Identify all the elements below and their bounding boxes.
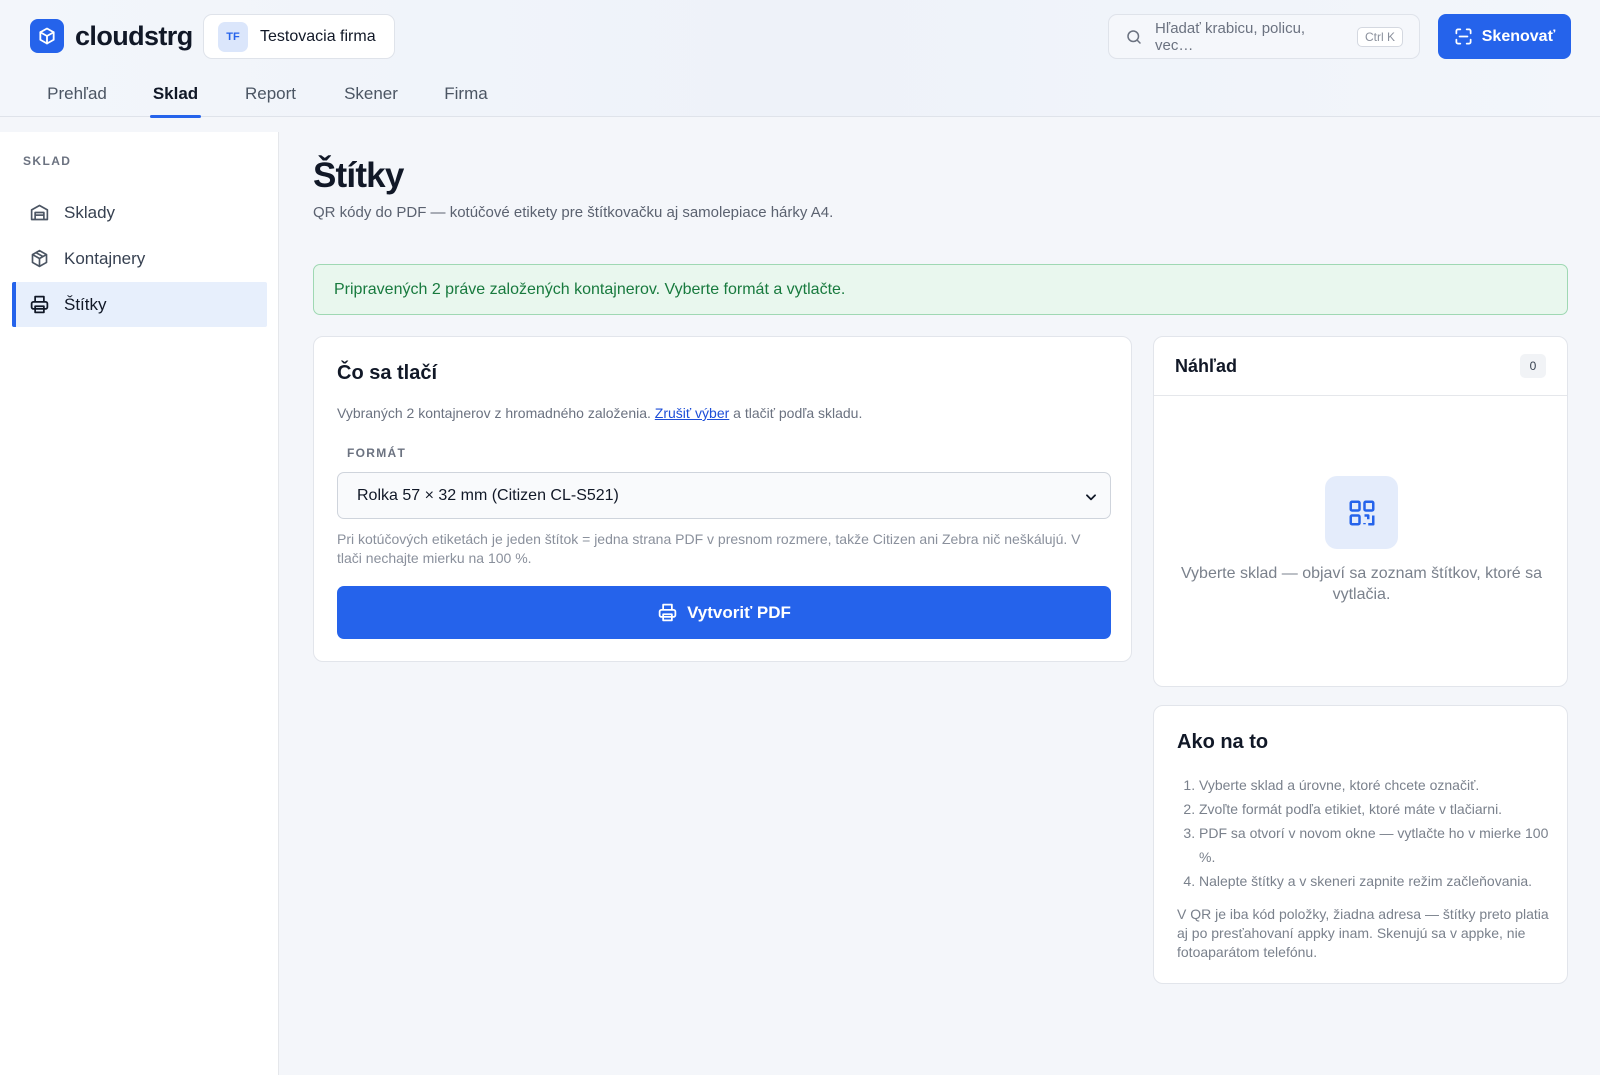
company-avatar: TF bbox=[218, 21, 248, 52]
page-subtitle: QR kódy do PDF — kotúčové etikety pre št… bbox=[313, 204, 834, 221]
howto-title: Ako na to bbox=[1177, 731, 1269, 753]
sidebar: SKLAD Sklady Kontajnery Štítky bbox=[0, 132, 279, 1075]
printer-icon bbox=[658, 603, 677, 622]
tab-report[interactable]: Report bbox=[244, 70, 297, 117]
print-card-title: Čo sa tlačí bbox=[337, 362, 438, 384]
tab-sklad[interactable]: Sklad bbox=[150, 70, 201, 118]
sidebar-item-label: Štítky bbox=[64, 294, 107, 314]
print-card: Čo sa tlačí Vybraných 2 kontajnerov z hr… bbox=[313, 336, 1132, 662]
format-hint: Pri kotúčových etiketách je jeden štítok… bbox=[337, 531, 1081, 566]
box-icon bbox=[31, 249, 48, 268]
scan-icon bbox=[1455, 28, 1472, 45]
chevron-down-icon bbox=[1086, 494, 1096, 501]
tab-skener[interactable]: Skener bbox=[344, 70, 398, 117]
sidebar-item-label: Kontajnery bbox=[64, 248, 146, 268]
howto-note: V QR je iba kód položky, žiadna adresa —… bbox=[1177, 906, 1549, 960]
sidebar-item-label: Sklady bbox=[64, 202, 116, 222]
preview-title: Náhľad bbox=[1175, 356, 1237, 376]
search-placeholder: Hľadať krabicu, policu, vec… bbox=[1155, 19, 1306, 54]
cancel-selection-link[interactable]: Zrušiť výber bbox=[655, 405, 729, 421]
howto-step: Nalepte štítky a v skeneri zapnite režim… bbox=[1199, 869, 1549, 893]
scan-button-label: Skenovať bbox=[1481, 27, 1556, 45]
create-pdf-label: Vytvoriť PDF bbox=[687, 602, 791, 622]
howto-step: Zvoľte formát podľa etikiet, ktoré máte … bbox=[1199, 797, 1549, 821]
search-icon bbox=[1127, 29, 1141, 44]
preview-header: Náhľad 0 bbox=[1154, 337, 1567, 396]
howto-step: PDF sa otvorí v novom okne — vytlačte ho… bbox=[1199, 821, 1549, 869]
howto-card: Ako na to Vyberte sklad a úrovne, ktoré … bbox=[1153, 705, 1568, 984]
tab-prehlad[interactable]: Prehľad bbox=[46, 70, 108, 117]
sidebar-item-sklady[interactable]: Sklady bbox=[12, 190, 267, 235]
scan-button[interactable]: Skenovať bbox=[1438, 14, 1571, 59]
page-title: Štítky bbox=[313, 156, 404, 195]
warehouse-icon bbox=[30, 204, 49, 221]
preview-card: Náhľad 0 Vyberte sklad — objaví sa zozna… bbox=[1153, 336, 1568, 687]
company-switcher[interactable]: TF Testovacia firma bbox=[203, 14, 395, 59]
tab-firma[interactable]: Firma bbox=[444, 70, 488, 117]
format-select-value: Rolka 57 × 32 mm (Citizen CL-S521) bbox=[357, 486, 619, 504]
success-alert: Pripravených 2 práve založených kontajne… bbox=[313, 264, 1568, 315]
selection-description: Vybraných 2 kontajnerov z hromadného zal… bbox=[337, 405, 862, 421]
qr-code-icon bbox=[1325, 476, 1398, 549]
selection-text: Vybraných 2 kontajnerov z hromadného zal… bbox=[337, 405, 651, 421]
howto-step: Vyberte sklad a úrovne, ktoré chcete ozn… bbox=[1199, 773, 1549, 797]
company-name: Testovacia firma bbox=[260, 27, 376, 45]
sidebar-section-title: SKLAD bbox=[23, 154, 72, 168]
sidebar-item-stitky[interactable]: Štítky bbox=[12, 282, 267, 327]
app-header: cloudstrg TF Testovacia firma Hľadať kra… bbox=[0, 0, 1600, 118]
create-pdf-button[interactable]: Vytvoriť PDF bbox=[337, 586, 1111, 639]
selection-text-after: a tlačiť podľa skladu. bbox=[733, 405, 863, 421]
format-select[interactable]: Rolka 57 × 32 mm (Citizen CL-S521) bbox=[337, 472, 1111, 519]
printer-icon bbox=[30, 295, 49, 314]
preview-empty-text: Vyberte sklad — objaví sa zoznam štítkov… bbox=[1180, 565, 1543, 603]
brand-name[interactable]: cloudstrg bbox=[75, 18, 193, 54]
sidebar-item-kontajnery[interactable]: Kontajnery bbox=[12, 236, 267, 281]
search-input[interactable]: Hľadať krabicu, policu, vec… Ctrl K bbox=[1108, 14, 1420, 59]
preview-count-badge: 0 bbox=[1520, 354, 1546, 378]
howto-steps: Vyberte sklad a úrovne, ktoré chcete ozn… bbox=[1199, 773, 1549, 893]
logo-icon[interactable] bbox=[30, 19, 64, 53]
search-shortcut-badge: Ctrl K bbox=[1357, 27, 1403, 47]
format-label: FORMÁT bbox=[347, 446, 407, 460]
